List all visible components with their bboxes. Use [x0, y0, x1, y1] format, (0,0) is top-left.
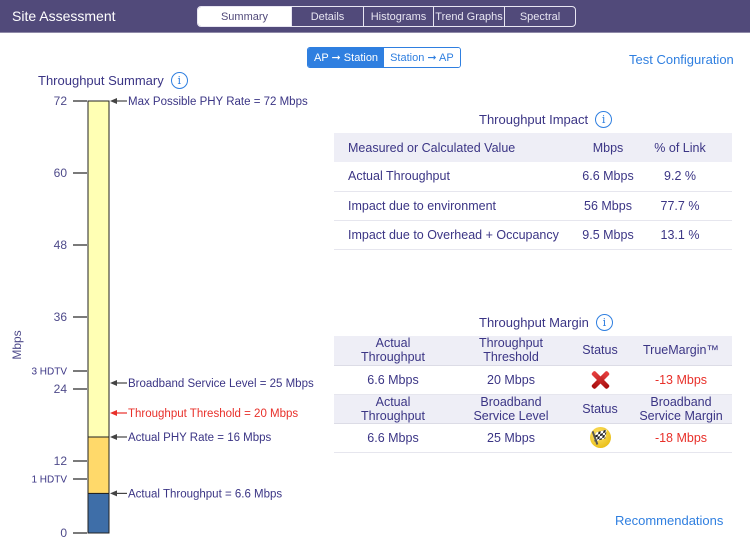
- header-broadband-service-level: Broadband Service Level: [452, 394, 570, 424]
- header-actual-throughput: Actual Throughput: [334, 336, 452, 366]
- actual-throughput-value: 6.6 Mbps: [334, 365, 452, 395]
- table-header-row: Measured or Calculated Value Mbps % of L…: [334, 133, 732, 162]
- header-actual-throughput: Actual Throughput: [334, 394, 452, 424]
- row-label: Impact due to environment: [334, 191, 574, 221]
- annotation-label: Throughput Threshold = 20 Mbps: [128, 408, 298, 420]
- margin-header-row: Actual Throughput Throughput Threshold Sta…: [334, 336, 732, 366]
- service-margin-value: -18 Mbps: [630, 423, 732, 453]
- y-tick-label: 60: [54, 166, 68, 180]
- y-tick-label: 24: [54, 382, 68, 396]
- table-row: 6.6 Mbps 25 Mbps -18 Mbps: [334, 423, 732, 453]
- annotation-arrowhead: [110, 380, 117, 386]
- row-percent: 77.7 %: [642, 191, 732, 221]
- y-tick-label: 12: [54, 454, 68, 468]
- bar-segment-max-possible-phy-rate: [87, 100, 110, 438]
- row-percent: 13.1 %: [642, 220, 732, 250]
- tab-trend-graphs[interactable]: Trend Graphs: [434, 7, 505, 26]
- status-cell: [570, 365, 630, 395]
- annotation-arrowhead: [110, 98, 117, 104]
- throughput-margin-title: Throughput Margin i: [479, 314, 613, 331]
- recommendations-link[interactable]: Recommendations: [615, 513, 723, 528]
- header-status: Status: [570, 336, 630, 366]
- actual-throughput-value: 6.6 Mbps: [334, 423, 452, 453]
- throughput-impact-table: Measured or Calculated Value Mbps % of L…: [334, 133, 732, 250]
- throughput-summary-chart: Mbps 0 12 24 36 48 60 72 3 HDTV 1 HDTV Max Possi…: [10, 94, 314, 540]
- table-row: 6.6 Mbps 20 Mbps -13 Mbps: [334, 365, 732, 395]
- threshold-value: 20 Mbps: [452, 365, 570, 395]
- bar-segment-actual-phy-rate: [87, 436, 110, 494]
- y-tick-label: 48: [54, 238, 68, 252]
- column-header-value: Measured or Calculated Value: [334, 133, 574, 162]
- tab-histograms[interactable]: Histograms: [364, 7, 434, 26]
- annotation-arrowhead: [110, 490, 117, 497]
- checkered-flag-icon: [589, 427, 611, 448]
- margin-header-row: Actual Throughput Broadband Service Level …: [334, 394, 732, 424]
- annotation-arrowhead: [110, 434, 117, 440]
- info-icon[interactable]: i: [595, 111, 613, 128]
- header-broadband-service-margin: Broadband Service Margin: [630, 394, 732, 424]
- table-row: Actual Throughput 6.6 Mbps 9.2 %: [334, 162, 732, 192]
- y-axis-label: Mbps: [10, 330, 24, 359]
- annotation-label: Max Possible PHY Rate = 72 Mbps: [128, 96, 308, 108]
- y-tick-label: 72: [54, 94, 68, 108]
- column-header-mbps: Mbps: [574, 133, 642, 162]
- truemargin-value: -13 Mbps: [630, 365, 732, 395]
- service-level-value: 25 Mbps: [452, 423, 570, 453]
- header-status: Status: [570, 394, 630, 424]
- throughput-margin-label: Throughput Margin: [479, 315, 589, 330]
- row-label: Impact due to Overhead + Occupancy: [334, 220, 574, 250]
- header-throughput-threshold: Throughput Threshold: [452, 336, 570, 366]
- throughput-impact-title: Throughput Impact i: [479, 111, 613, 128]
- throughput-margin-table: Actual Throughput Throughput Threshold Sta…: [334, 336, 732, 453]
- station-to-ap-button[interactable]: Station ➞ AP: [384, 48, 460, 67]
- annotation-label: Actual PHY Rate = 16 Mbps: [128, 432, 272, 444]
- table-row: Impact due to Overhead + Occupancy 9.5 M…: [334, 220, 732, 250]
- row-percent: 9.2 %: [642, 162, 732, 192]
- throughput-impact-label: Throughput Impact: [479, 112, 589, 127]
- row-label: Actual Throughput: [334, 162, 574, 192]
- header-truemargin: TrueMargin™: [630, 336, 732, 366]
- fail-x-icon: [590, 370, 610, 390]
- row-mbps: 56 Mbps: [574, 191, 642, 221]
- bar-segment-actual-throughput: [87, 492, 110, 534]
- y-tick-label: 36: [54, 310, 68, 324]
- annotation-arrowhead: [110, 410, 117, 416]
- info-icon[interactable]: i: [595, 314, 613, 331]
- annotation-label: Actual Throughput = 6.6 Mbps: [128, 488, 282, 500]
- row-mbps: 6.6 Mbps: [574, 162, 642, 192]
- column-header-percent: % of Link: [642, 133, 732, 162]
- y-tick-label: 0: [60, 526, 67, 540]
- row-mbps: 9.5 Mbps: [574, 220, 642, 250]
- table-row: Impact due to environment 56 Mbps 77.7 %: [334, 191, 732, 221]
- hdtv-tick-label: 1 HDTV: [31, 475, 67, 486]
- annotation-label: Broadband Service Level = 25 Mbps: [128, 378, 314, 390]
- hdtv-tick-label: 3 HDTV: [31, 367, 67, 378]
- tab-spectral[interactable]: Spectral: [505, 7, 575, 26]
- status-cell: [570, 423, 630, 453]
- test-configuration-link[interactable]: Test Configuration: [629, 52, 734, 67]
